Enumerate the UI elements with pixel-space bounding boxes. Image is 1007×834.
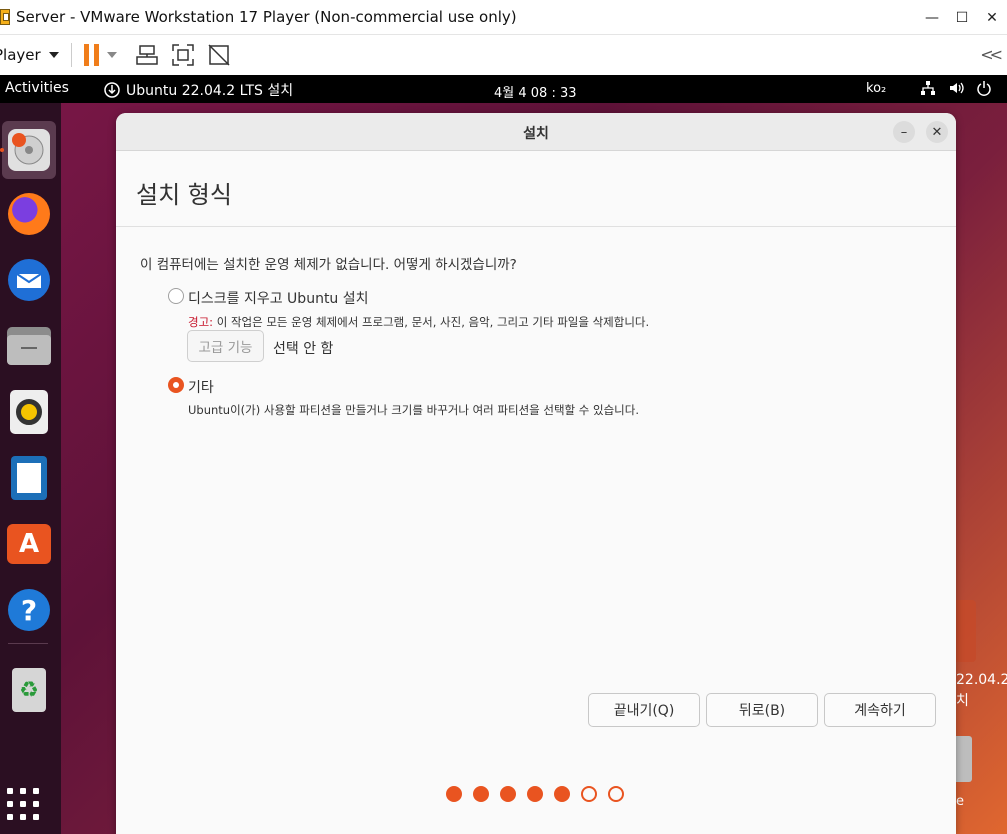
maximize-button[interactable]: ☐: [947, 0, 977, 35]
installer-window: 설치 – ✕ 설치 형식 이 컴퓨터에는 설치한 운영 체제가 없습니다. 어떻…: [116, 113, 956, 834]
rhythmbox-icon: [10, 390, 48, 434]
unity-mode-button[interactable]: [207, 40, 231, 70]
player-menu[interactable]: Player: [0, 43, 72, 67]
progress-dot: [473, 786, 489, 802]
dock-installer[interactable]: [2, 121, 56, 179]
help-icon: ?: [8, 589, 50, 631]
advanced-features-state: 선택 안 함: [273, 341, 334, 357]
app-center-icon: A: [7, 524, 51, 564]
progress-dot: [554, 786, 570, 802]
collapse-toolbar-icon[interactable]: <<: [980, 45, 1003, 64]
input-method-indicator[interactable]: ko₂: [866, 81, 886, 96]
quit-button[interactable]: 끝내기(Q): [588, 693, 700, 727]
fullscreen-icon: [171, 44, 194, 66]
progress-dot: [446, 786, 462, 802]
page-title: 설치 형식: [136, 181, 232, 209]
chevron-down-icon: [106, 52, 117, 58]
dock-files[interactable]: [2, 317, 56, 375]
something-else-radio[interactable]: [168, 377, 184, 393]
thunderbird-icon: [8, 259, 50, 301]
minimize-button[interactable]: —: [917, 0, 947, 35]
pause-icon: [83, 44, 99, 66]
running-indicator: [0, 148, 4, 152]
installer-header: 설치 – ✕: [116, 113, 956, 151]
close-button[interactable]: ✕: [977, 0, 1007, 35]
dock-separator: [8, 643, 48, 644]
vmware-toolbar: Player <<: [0, 35, 1007, 75]
progress-dot: [527, 786, 543, 802]
send-ctrl-alt-del-button[interactable]: [135, 40, 159, 70]
dock-libreoffice-writer[interactable]: [2, 449, 56, 507]
network-send-icon: [135, 45, 158, 65]
dock-thunderbird[interactable]: [2, 251, 56, 309]
ubuntu-installer-icon: [8, 129, 50, 171]
app-menu[interactable]: Ubuntu 22.04.2 LTS 설치: [104, 80, 293, 100]
installer-minimize-button[interactable]: –: [893, 121, 915, 143]
advanced-features-button[interactable]: 고급 기능: [187, 330, 264, 362]
dock: A ? ♻: [0, 103, 61, 834]
desktop-icon-label: 22.04.2 치: [956, 672, 1007, 709]
installer-window-title: 설치: [523, 126, 549, 142]
window-title: Server - VMware Workstation 17 Player (N…: [16, 8, 517, 26]
vmware-titlebar: Server - VMware Workstation 17 Player (N…: [0, 0, 1007, 35]
gnome-top-bar: Activities Ubuntu 22.04.2 LTS 설치 4월 4 08…: [0, 75, 1007, 103]
progress-dot: [608, 786, 624, 802]
volume-icon: [950, 82, 964, 94]
erase-disk-radio[interactable]: [168, 288, 184, 304]
pause-button[interactable]: [83, 40, 117, 70]
vmware-logo-icon: [0, 7, 12, 27]
full-screen-button[interactable]: [171, 40, 195, 70]
progress-dot: [581, 786, 597, 802]
erase-disk-label[interactable]: 디스크를 지우고 Ubuntu 설치: [188, 288, 369, 308]
libreoffice-writer-icon: [11, 456, 47, 500]
dock-firefox[interactable]: [2, 185, 56, 243]
trash-icon: ♻: [12, 668, 46, 712]
something-else-label[interactable]: 기타: [188, 377, 214, 397]
dock-trash[interactable]: ♻: [2, 661, 56, 719]
app-menu-label: Ubuntu 22.04.2 LTS 설치: [126, 83, 294, 99]
dock-app-center[interactable]: A: [2, 515, 56, 573]
chevron-down-icon: [48, 52, 59, 58]
unity-icon: [208, 44, 230, 66]
something-else-description: Ubuntu이(가) 사용할 파티션을 만들거나 크기를 바꾸거나 여러 파티션…: [188, 403, 639, 417]
desktop-icon-label-2: e: [956, 794, 964, 809]
show-applications-icon[interactable]: [7, 788, 39, 820]
continue-button[interactable]: 계속하기: [824, 693, 936, 727]
firefox-icon: [8, 193, 50, 235]
system-tray[interactable]: [920, 80, 992, 96]
files-icon: [7, 327, 51, 365]
install-question: 이 컴퓨터에는 설치한 운영 체제가 없습니다. 어떻게 하시겠습니까?: [140, 257, 517, 273]
installer-close-button[interactable]: ✕: [926, 121, 948, 143]
network-icon: [921, 81, 935, 95]
clock[interactable]: 4월 4 08 : 33: [494, 82, 577, 101]
activities-button[interactable]: Activities: [5, 80, 69, 96]
back-button[interactable]: 뒤로(B): [706, 693, 818, 727]
dock-help[interactable]: ?: [2, 581, 56, 639]
dock-rhythmbox[interactable]: [2, 383, 56, 441]
divider: [116, 226, 956, 227]
step-progress: [446, 786, 624, 802]
installer-download-icon: [104, 82, 120, 98]
player-menu-label: Player: [0, 46, 41, 64]
erase-disk-warning: 경고: 이 작업은 모든 운영 체제에서 프로그램, 문서, 사진, 음악, 그…: [188, 315, 650, 329]
progress-dot: [500, 786, 516, 802]
power-icon: [977, 81, 991, 96]
